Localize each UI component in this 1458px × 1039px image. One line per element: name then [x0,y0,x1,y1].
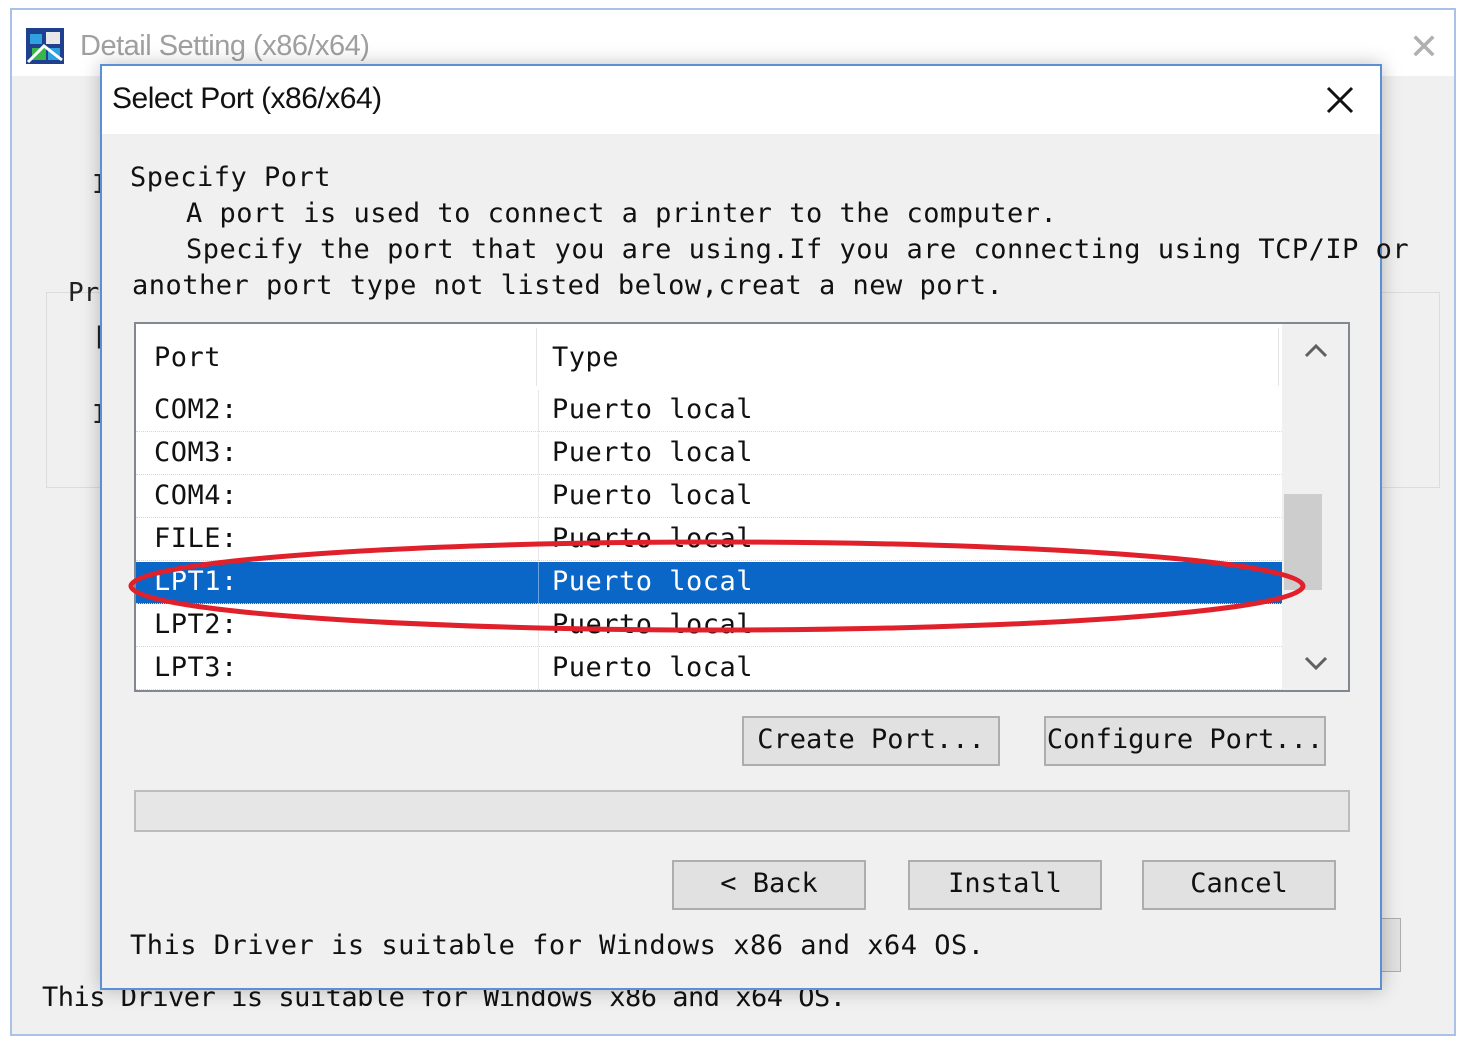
list-item[interactable]: LPT2: Puerto local [136,605,1282,647]
install-button[interactable]: Install [908,860,1102,910]
port-type: Puerto local [552,437,754,468]
app-icon [26,28,64,64]
port-name: LPT2: [154,609,238,640]
port-name: COM2: [154,394,238,425]
list-item-selected[interactable]: LPT1: Puerto local [136,562,1282,604]
port-name: LPT3: [154,652,238,683]
chevron-down-icon[interactable] [1296,642,1336,682]
port-type: Puerto local [552,566,754,597]
dialog-footer-text: This Driver is suitable for Windows x86 … [130,930,985,961]
column-header-type[interactable]: Type [552,342,619,373]
chevron-up-icon[interactable] [1296,332,1336,372]
port-name: COM4: [154,480,238,511]
port-name: COM3: [154,437,238,468]
port-type: Puerto local [552,609,754,640]
parent-window-title: Detail Setting (x86/x64) [80,30,370,62]
close-icon[interactable] [1316,76,1364,124]
description-line-2: Specify the port that you are using.If y… [186,234,1410,265]
dialog-title: Select Port (x86/x64) [112,82,382,115]
port-name: FILE: [154,523,238,554]
port-name: LPT1: [154,566,238,597]
scrollbar-thumb[interactable] [1284,494,1322,590]
description-line-3: another port type not listed below,creat… [132,270,1004,301]
section-heading: Specify Port [130,162,332,193]
port-type: Puerto local [552,394,754,425]
parent-button-fragment[interactable] [1382,918,1401,972]
list-item[interactable]: COM2: Puerto local [136,390,1282,432]
list-item[interactable]: COM4: Puerto local [136,476,1282,518]
port-type: Puerto local [552,523,754,554]
column-header-port[interactable]: Port [154,342,221,373]
create-port-button[interactable]: Create Port... [742,716,1000,766]
port-type: Puerto local [552,652,754,683]
configure-port-button[interactable]: Configure Port... [1044,716,1326,766]
cancel-button[interactable]: Cancel [1142,860,1336,910]
list-item[interactable]: FILE: Puerto local [136,519,1282,561]
dialog-titlebar: Select Port (x86/x64) [102,66,1380,134]
list-header: Port Type [136,324,1280,388]
description-line-1: A port is used to connect a printer to t… [186,198,1058,229]
list-item[interactable]: LPT3: Puerto local [136,648,1282,690]
parent-close-icon[interactable]: ✕ [1402,26,1446,70]
back-button[interactable]: < Back [672,860,866,910]
progress-bar [134,790,1350,832]
parent-fragment-2: Pr [68,278,100,308]
list-item[interactable]: COM3: Puerto local [136,433,1282,475]
column-divider-end[interactable] [1278,328,1279,386]
select-port-dialog: Select Port (x86/x64) Specify Port A por… [100,64,1409,990]
port-list[interactable]: Port Type COM2: Puerto local COM3: Puert… [134,322,1350,692]
port-type: Puerto local [552,480,754,511]
vertical-scrollbar[interactable] [1282,324,1348,690]
column-divider[interactable] [536,328,537,386]
